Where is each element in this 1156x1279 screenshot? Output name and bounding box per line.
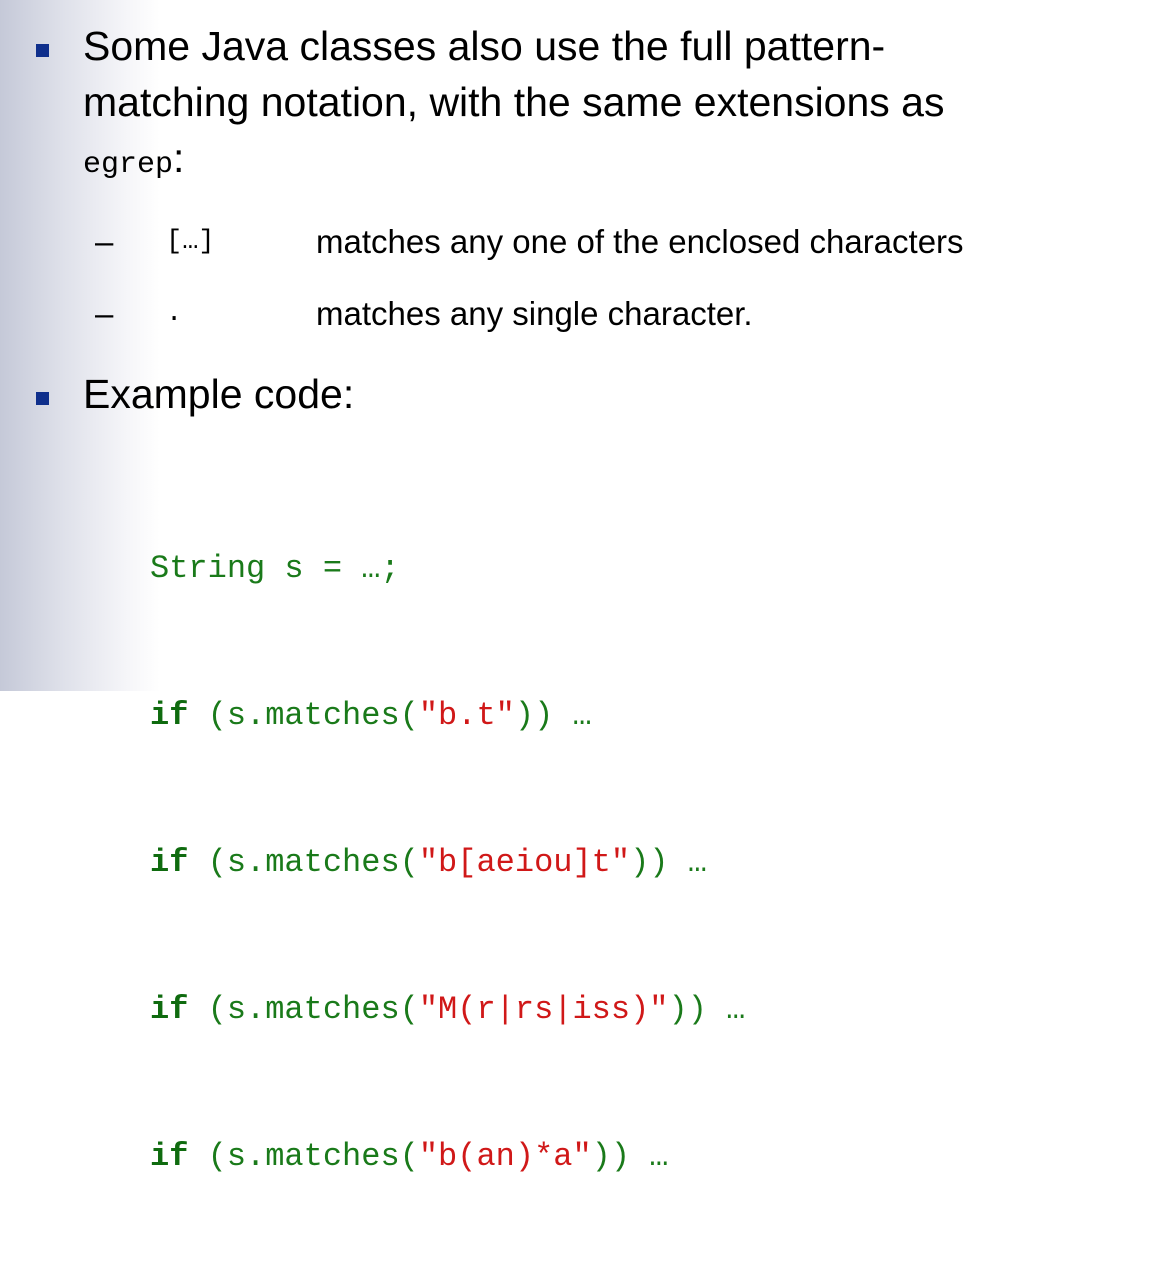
sub-item-dash: –	[95, 295, 114, 332]
code-line: String s = …;	[150, 550, 400, 587]
square-bullet-icon	[36, 392, 49, 405]
code-block: String s = …; if (s.matches("b.t")) … if…	[150, 446, 745, 1279]
sub-item-code: .	[166, 299, 183, 329]
sub-item-description: matches any one of the enclosed characte…	[316, 223, 964, 260]
code-keyword: if	[150, 844, 189, 881]
code-call: (s.matches(	[188, 844, 419, 881]
code-keyword: if	[150, 1138, 189, 1175]
sub-item-description: matches any single character.	[316, 295, 753, 332]
sub-item-code: […]	[166, 227, 215, 257]
code-close: )) …	[668, 991, 746, 1028]
code-call: (s.matches(	[188, 991, 419, 1028]
code-close: )) …	[630, 844, 707, 881]
code-keyword: if	[150, 697, 189, 734]
colon: :	[173, 135, 185, 181]
code-pattern: "b.t"	[418, 697, 515, 734]
example-heading: Example code:	[83, 371, 355, 417]
code-close: )) …	[591, 1138, 669, 1175]
code-pattern: "b(an)*a"	[418, 1138, 592, 1175]
code-call: (s.matches(	[188, 1138, 419, 1175]
code-line: if (s.matches("b(an)*a")) …	[150, 1132, 745, 1181]
slide: Some Java classes also use the full patt…	[0, 0, 1156, 1175]
bullet-text-line-1: Some Java classes also use the full patt…	[83, 23, 886, 69]
inline-code-egrep: egrep	[83, 148, 174, 182]
code-line: if (s.matches("M(r|rs|iss)")) …	[150, 985, 745, 1034]
bullet-text-line-3: egrep:	[83, 134, 184, 189]
bullet-text-line-2: matching notation, with the same extensi…	[83, 79, 945, 125]
code-line: if (s.matches("b[aeiou]t")) …	[150, 838, 745, 887]
code-keyword: if	[150, 991, 189, 1028]
square-bullet-icon	[36, 44, 49, 57]
code-pattern: "M(r|rs|iss)"	[418, 991, 669, 1028]
code-line: if (s.matches("b.t")) …	[150, 691, 745, 740]
sub-item-dash: –	[95, 223, 114, 260]
code-call: (s.matches(	[188, 697, 419, 734]
code-close: )) …	[514, 697, 592, 734]
code-pattern: "b[aeiou]t"	[418, 844, 631, 881]
